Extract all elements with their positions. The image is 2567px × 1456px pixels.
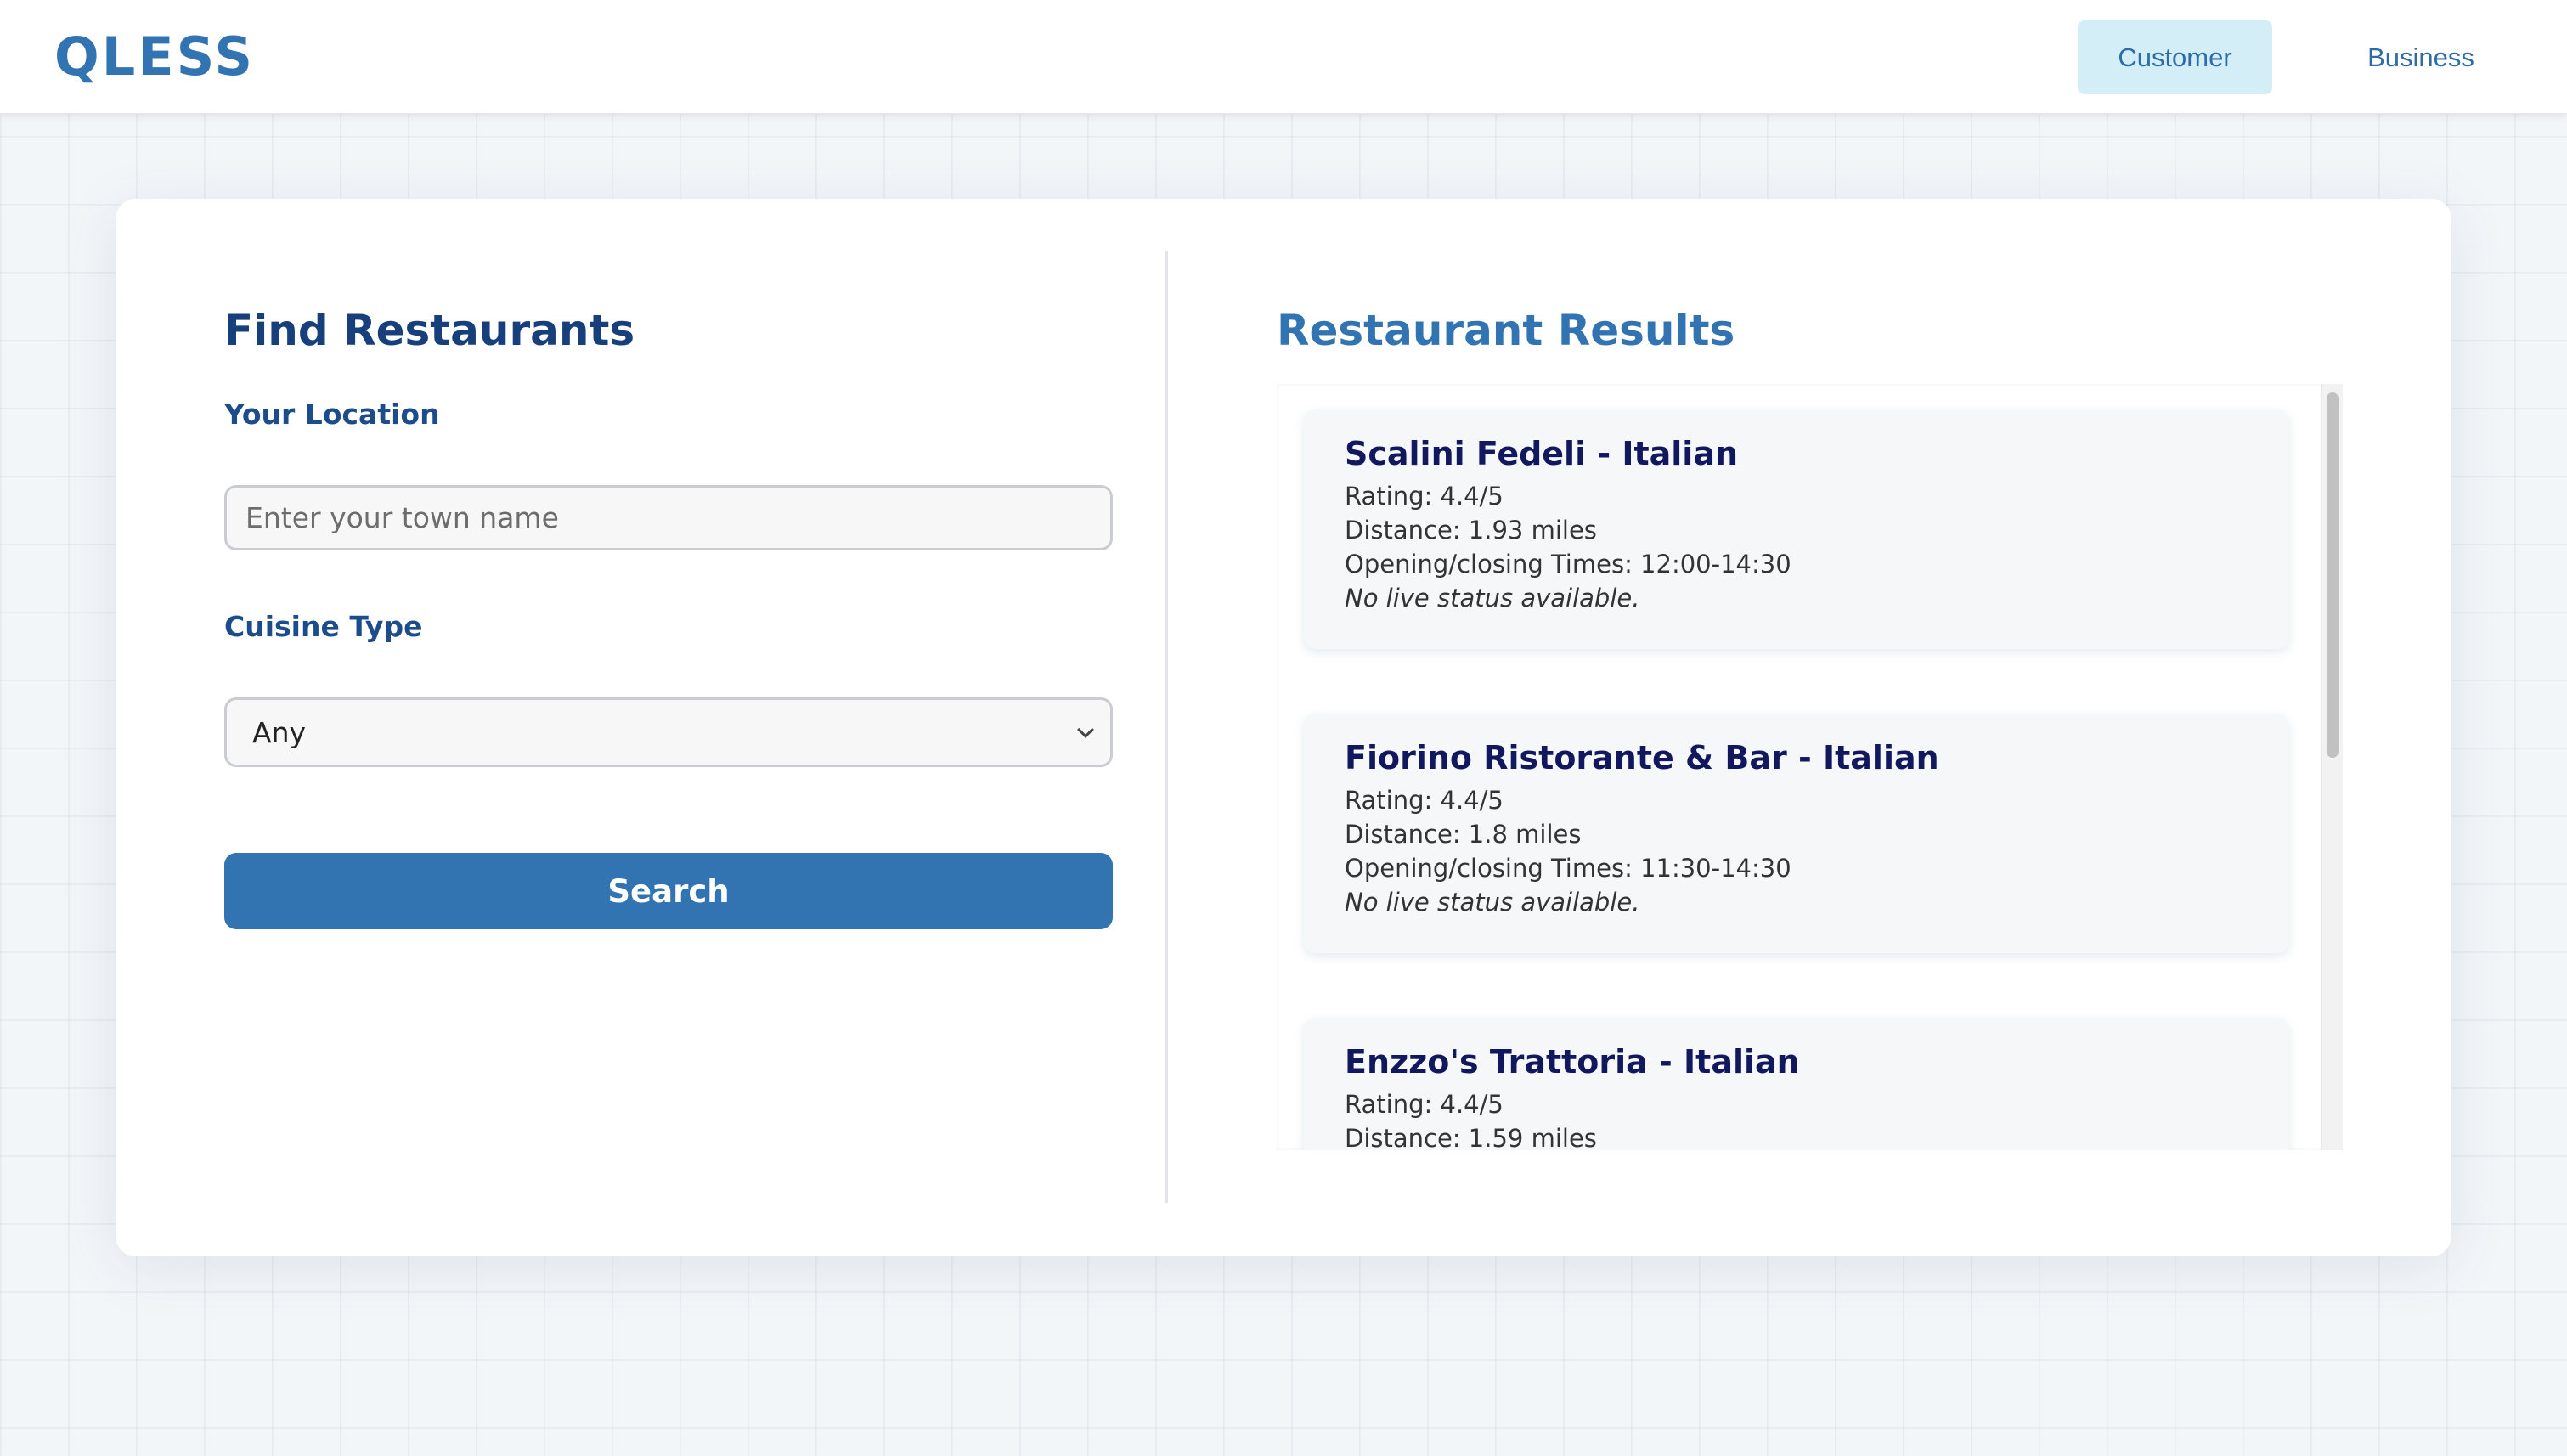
find-restaurants-title: Find Restaurants bbox=[224, 306, 635, 355]
result-name: Enzzo's Trattoria - Italian bbox=[1345, 1043, 1800, 1081]
panel-divider bbox=[1165, 251, 1168, 1203]
restaurant-results-title: Restaurant Results bbox=[1277, 306, 1735, 355]
nav-customer-button[interactable]: Customer bbox=[2078, 20, 2272, 94]
result-status: No live status available. bbox=[1345, 888, 1640, 917]
cuisine-selected-value: Any bbox=[252, 715, 307, 749]
result-card[interactable]: Fiorino Ristorante & Bar - Italian Ratin… bbox=[1304, 714, 2289, 953]
result-distance: Distance: 1.93 miles bbox=[1345, 516, 1597, 545]
cuisine-select[interactable]: Any bbox=[224, 697, 1113, 767]
results-list[interactable]: Scalini Fedeli - Italian Rating: 4.4/5 D… bbox=[1277, 384, 2343, 1150]
result-distance: Distance: 1.59 miles bbox=[1345, 1124, 1597, 1150]
top-navbar: QLESS Customer Business bbox=[0, 0, 2567, 114]
result-distance: Distance: 1.8 miles bbox=[1345, 820, 1582, 849]
scrollbar-thumb[interactable] bbox=[2327, 392, 2339, 758]
result-name: Fiorino Ristorante & Bar - Italian bbox=[1345, 739, 1939, 776]
result-status: No live status available. bbox=[1345, 584, 1640, 612]
result-card[interactable]: Enzzo's Trattoria - Italian Rating: 4.4/… bbox=[1304, 1018, 2289, 1150]
result-rating: Rating: 4.4/5 bbox=[1345, 1090, 1504, 1119]
cuisine-label: Cuisine Type bbox=[224, 610, 423, 643]
town-input[interactable] bbox=[224, 485, 1113, 550]
result-card[interactable]: Scalini Fedeli - Italian Rating: 4.4/5 D… bbox=[1304, 409, 2289, 649]
result-rating: Rating: 4.4/5 bbox=[1345, 482, 1504, 511]
result-rating: Rating: 4.4/5 bbox=[1345, 786, 1504, 815]
result-name: Scalini Fedeli - Italian bbox=[1345, 435, 1739, 472]
search-button[interactable]: Search bbox=[224, 853, 1113, 929]
results-scrollbar[interactable] bbox=[2321, 384, 2343, 1150]
location-label: Your Location bbox=[224, 398, 440, 431]
app-logo[interactable]: QLESS bbox=[54, 25, 255, 87]
main-card: Find Restaurants Your Location Cuisine T… bbox=[116, 199, 2451, 1256]
nav-business-button[interactable]: Business bbox=[2327, 20, 2514, 94]
chevron-down-icon bbox=[1077, 721, 1094, 738]
result-hours: Opening/closing Times: 12:00-14:30 bbox=[1345, 550, 1791, 578]
result-hours: Opening/closing Times: 11:30-14:30 bbox=[1345, 854, 1791, 883]
